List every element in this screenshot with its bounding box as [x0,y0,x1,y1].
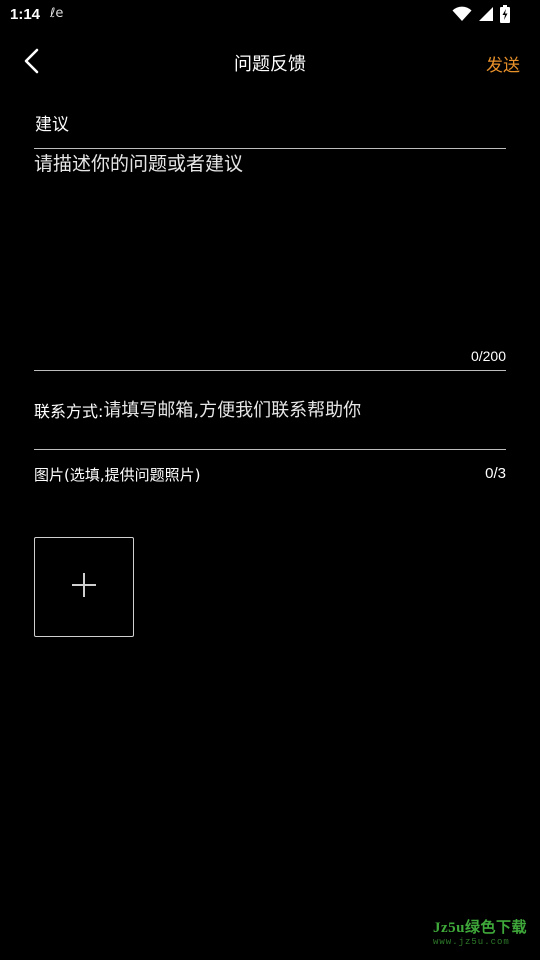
title-bar: 问题反馈 发送 [0,32,540,94]
plus-icon [71,572,97,602]
suggestion-label: 建议 [35,115,69,135]
status-bar: 1:14 ℓe [0,0,540,32]
watermark-main: Jz5u绿色下载 [433,920,528,936]
suggestion-top-divider [34,148,506,149]
contact-email-input[interactable] [103,399,506,421]
status-time: 1:14 [10,6,41,23]
suggestion-textarea[interactable] [34,150,506,350]
watermark-sub: www.jz5u.com [433,937,510,947]
status-extra-icon: ℓe [50,6,64,21]
suggestion-char-counter: 0/200 [470,348,506,364]
watermark-logo: Jz5u绿色下载 www.jz5u.com [433,916,528,950]
signal-icon [478,6,494,26]
status-icons [452,5,510,27]
send-button[interactable]: 发送 [486,51,520,76]
add-image-button[interactable] [34,537,134,637]
contact-label: 联系方式: [34,402,104,421]
suggestion-bottom-divider [34,370,506,371]
page-title: 问题反馈 [234,54,306,75]
battery-charging-icon [500,5,510,27]
contact-row: 联系方式: [34,392,506,428]
wifi-icon [452,6,472,26]
images-label: 图片(选填,提供问题照片) [34,466,201,484]
contact-divider [34,449,506,450]
images-counter: 0/3 [485,465,506,482]
